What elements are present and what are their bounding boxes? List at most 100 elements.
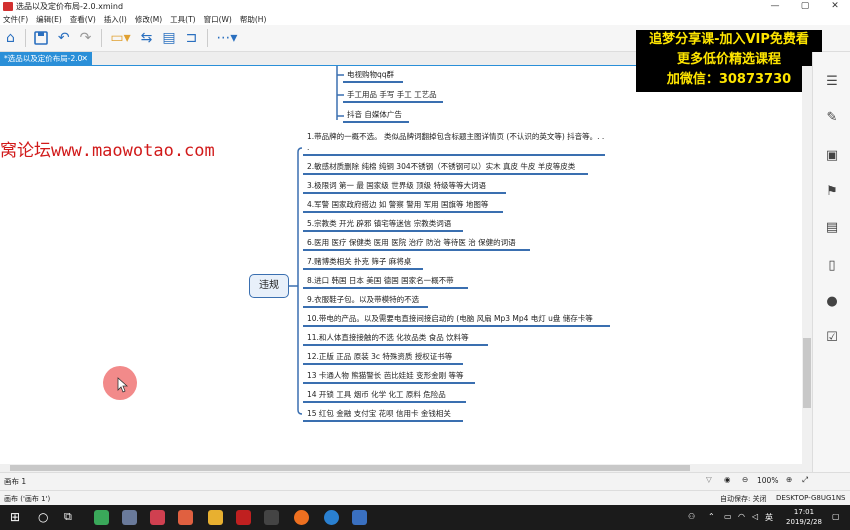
image-icon[interactable]: ▣	[824, 148, 840, 164]
app-icon[interactable]	[264, 510, 279, 525]
sheet-sublabel: 画布 ('画布 1')	[4, 495, 51, 503]
xmind-taskbar-icon[interactable]	[236, 510, 251, 525]
app-icon[interactable]	[178, 510, 193, 525]
undo-icon[interactable]: ↶	[58, 28, 70, 48]
filter-icon[interactable]: ▽	[706, 475, 712, 484]
tray-icon[interactable]: ▭	[724, 512, 732, 521]
zoom-level[interactable]: 100%	[757, 476, 778, 485]
volume-icon[interactable]: ◁	[752, 512, 758, 521]
notification-icon[interactable]: ▢	[832, 512, 840, 521]
outline-icon[interactable]: ☰	[824, 74, 840, 90]
app-icon[interactable]	[94, 510, 109, 525]
clock-date[interactable]: 2019/2/28	[780, 518, 828, 526]
comment-icon[interactable]: ●	[824, 294, 840, 310]
central-topic[interactable]: 违规	[249, 274, 289, 298]
redo-icon[interactable]: ↷	[80, 28, 92, 48]
language-indicator[interactable]: 英	[765, 512, 773, 523]
menu-file[interactable]: 文件(F)	[3, 14, 28, 25]
menu-tools[interactable]: 工具(T)	[170, 14, 195, 25]
wifi-icon[interactable]: ◠	[738, 512, 745, 521]
topic-node[interactable]: 3.极限词 第一 最 国家级 世界级 顶级 特级等等大词语	[307, 180, 486, 191]
mindmap-canvas[interactable]: 窝论坛www.maowotao.com 电视购物qq群 手工用品 手写 手工 工…	[0, 66, 812, 472]
menu-bar: 文件(F) 编辑(E) 查看(V) 插入(I) 修改(M) 工具(T) 窗口(W…	[0, 13, 850, 25]
topic-node[interactable]: 14 开锁 工具 烟币 化学 化工 原料 危险品	[307, 389, 446, 400]
tab-label: *选品以及定价布局-2.0	[4, 54, 83, 63]
sheet-name[interactable]: 画布 1	[4, 476, 26, 487]
minimize-button[interactable]: —	[760, 0, 790, 13]
app-icon[interactable]	[294, 510, 309, 525]
eye-icon[interactable]: ◉	[724, 475, 731, 484]
vertical-scroll-thumb[interactable]	[803, 338, 811, 408]
clock-time[interactable]: 17:01	[784, 508, 824, 516]
menu-modify[interactable]: 修改(M)	[135, 14, 162, 25]
sheet-info-bar: 画布 ('画布 1') 自动保存: 关闭 DESKTOP-G8UG1NS	[0, 490, 850, 505]
document-icon[interactable]: ▯	[824, 258, 840, 274]
promo-banner: 追梦分享课-加入VIP免费看 更多低价精选课程 加微信：30873730	[636, 30, 822, 92]
topic-underline	[303, 249, 530, 251]
topic-node[interactable]: 手工用品 手写 手工 工艺品	[347, 89, 437, 100]
horizontal-scrollbar[interactable]	[0, 464, 802, 472]
topic-node[interactable]: 10.带电的产品。以及需要电直接间接启动的 (电脑 风扇 Mp3 Mp4 电灯 …	[307, 313, 593, 324]
format-panel: ☰ ✎ ▣ ⚑ ▤ ▯ ● ☑	[812, 52, 850, 472]
menu-edit[interactable]: 编辑(E)	[36, 14, 62, 25]
vertical-scrollbar[interactable]	[802, 66, 812, 472]
zoom-in-button[interactable]: ⊕	[786, 475, 792, 484]
watermark-text: 窝论坛www.maowotao.com	[0, 141, 215, 161]
save-icon[interactable]	[34, 28, 48, 48]
topic-node[interactable]: 13 卡通人物 熊猫警长 芭比娃娃 变形金刚 等等	[307, 370, 463, 381]
promo-line: 追梦分享课-加入VIP免费看	[649, 32, 809, 47]
boundary-icon[interactable]: ⊐	[186, 28, 198, 48]
app-icon[interactable]	[150, 510, 165, 525]
relationship-icon[interactable]: ⇆	[141, 28, 153, 48]
task-view-icon[interactable]: ⧉	[64, 510, 72, 524]
search-icon[interactable]: ○	[38, 510, 48, 524]
tray-chevron-icon[interactable]: ⌃	[708, 512, 715, 521]
topic-node[interactable]: 抖音 自媒体广告	[347, 109, 402, 120]
home-icon[interactable]: ⌂	[6, 28, 15, 48]
topic-icon[interactable]: ▭▾	[110, 28, 130, 48]
notes-icon[interactable]: ▤	[824, 220, 840, 236]
menu-insert[interactable]: 插入(I)	[104, 14, 127, 25]
maximize-button[interactable]: ▢	[790, 0, 820, 13]
menu-help[interactable]: 帮助(H)	[240, 14, 267, 25]
topic-node[interactable]: 8.进口 韩国 日本 美国 德国 国家名一概不带	[307, 275, 454, 286]
topic-node[interactable]: 2.敏感材质删除 纯棉 纯铜 304不锈钢（不锈钢可以）实木 真皮 牛皮 羊皮等…	[307, 161, 575, 172]
topic-node[interactable]: 6.医用 医疗 保健类 医用 医院 治疗 防治 等待医 治 保健的词语	[307, 237, 516, 248]
summary-icon[interactable]: ▤	[162, 28, 175, 48]
app-icon[interactable]	[208, 510, 223, 525]
topic-node[interactable]: 4.军警 国家政府搭边 如 警察 警用 军用 国旗等 地图等	[307, 199, 488, 210]
topic-node[interactable]: 15 红包 金融 支付宝 花呗 信用卡 金钱相关	[307, 408, 451, 419]
more-icon[interactable]: ⋯▾	[216, 28, 237, 48]
promo-line: 加微信：30873730	[666, 72, 792, 87]
topic-node[interactable]: 12.正版 正品 原装 3c 特殊资质 授权证书等	[307, 351, 452, 362]
autosave-status[interactable]: 自动保存: 关闭	[720, 494, 767, 504]
topic-node[interactable]: 11.和人体直接接触的不选 化妆品类 食品 饮料等	[307, 332, 469, 343]
topic-node[interactable]: 9.衣服鞋子包。以及带模特的不选	[307, 294, 419, 305]
topic-underline	[303, 230, 463, 232]
app-icon[interactable]	[122, 510, 137, 525]
windows-start-icon[interactable]: ⊞	[10, 510, 20, 524]
app-icon[interactable]	[324, 510, 339, 525]
task-icon[interactable]: ☑	[824, 330, 840, 346]
computer-name: DESKTOP-G8UG1NS	[776, 494, 846, 502]
topic-node[interactable]: 7.赌博类相关 扑克 筛子 麻将桌	[307, 256, 411, 267]
marker-flag-icon[interactable]: ⚑	[824, 184, 840, 200]
topic-underline	[343, 121, 409, 123]
tab-document[interactable]: *选品以及定价布局-2.0 ✕	[0, 52, 92, 66]
topic-underline	[303, 306, 428, 308]
tab-close-icon[interactable]: ✕	[81, 52, 88, 66]
close-button[interactable]: ✕	[820, 0, 850, 13]
style-brush-icon[interactable]: ✎	[824, 110, 840, 126]
menu-view[interactable]: 查看(V)	[70, 14, 96, 25]
topic-underline	[343, 101, 443, 103]
topic-node[interactable]: 电视购物qq群	[347, 69, 394, 80]
fit-icon[interactable]: ⤢	[802, 475, 808, 485]
app-icon[interactable]	[352, 510, 367, 525]
topic-node[interactable]: 5.宗教类 开光 辟邪 镇宅等迷信 宗教类词语	[307, 218, 451, 229]
menu-window[interactable]: 窗口(W)	[204, 14, 232, 25]
network-icon[interactable]: ⚇	[688, 512, 695, 521]
horizontal-scroll-thumb[interactable]	[10, 465, 690, 471]
promo-line: 更多低价精选课程	[676, 52, 781, 67]
zoom-out-button[interactable]: ⊖	[742, 475, 748, 484]
topic-node[interactable]: 1.带品牌的一概不选。 类似品牌词翻掉包含标题主图详情页 (不认识的英文等) 抖…	[307, 131, 607, 153]
